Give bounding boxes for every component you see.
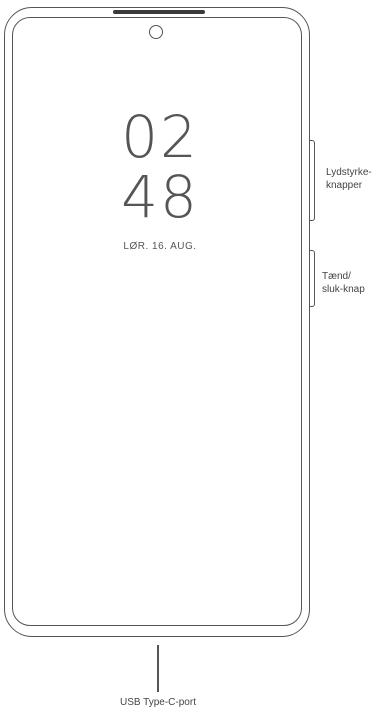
clock-minutes: 48 — [121, 163, 199, 231]
usb-port-label: USB Type-C-port — [120, 697, 196, 708]
lockscreen-date: LØR. 16. AUG. — [123, 241, 197, 252]
front-camera-icon — [149, 25, 163, 39]
power-button — [310, 250, 315, 307]
usb-port-callout-line — [157, 645, 159, 692]
earpiece-speaker — [113, 10, 205, 14]
clock-hours: 02 — [121, 103, 199, 171]
power-button-label: Tænd/ sluk-knap — [322, 271, 365, 295]
volume-buttons-label: Lydstyrke- knapper — [326, 167, 372, 191]
volume-buttons — [310, 140, 315, 221]
